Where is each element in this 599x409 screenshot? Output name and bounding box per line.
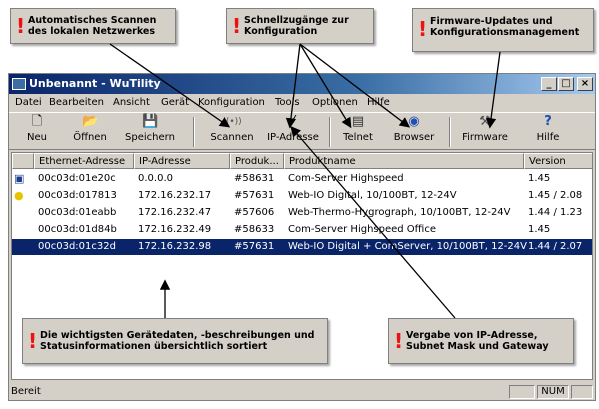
exclamation-icon: ! xyxy=(394,329,404,353)
cell-product-name: Com-Server Highspeed xyxy=(288,173,404,184)
cell-product-no: #57631 xyxy=(234,241,275,252)
exclamation-icon: ! xyxy=(28,329,38,353)
table-row[interactable]: ▣ 00c03d:01e20c 0.0.0.0 #58631 Com-Server Hi… xyxy=(12,171,592,187)
terminal-icon: ▤ xyxy=(351,114,365,129)
toolbar-help-button[interactable]: ? Hilfe xyxy=(525,115,571,149)
close-button[interactable]: × xyxy=(577,77,593,91)
exclamation-icon: ! xyxy=(232,14,242,38)
cell-product-no: #58631 xyxy=(234,173,275,184)
callout-device-data: ! Die wichtigsten Gerätedaten, -beschrei… xyxy=(22,318,328,364)
toolbar-separator xyxy=(329,117,331,147)
menu-konfiguration[interactable]: Konfiguration xyxy=(198,97,265,108)
status-pane-empty xyxy=(571,385,593,399)
menu-optionen[interactable]: Optionen xyxy=(312,97,358,108)
cell-product-no: #57606 xyxy=(234,207,275,218)
app-icon xyxy=(12,78,26,90)
status-bar: Bereit NUM xyxy=(9,383,595,400)
cell-ip: 172.16.232.47 xyxy=(138,207,212,218)
menu-geraet[interactable]: Gerät xyxy=(161,97,189,108)
scan-signal-icon: ((•)) xyxy=(222,117,242,127)
device-icon: ▣ xyxy=(14,172,25,185)
cell-version: 1.44 / 2.07 xyxy=(528,241,583,252)
lightbulb-icon: ● xyxy=(14,189,24,202)
column-header-version[interactable]: Version xyxy=(524,153,592,169)
toolbar-separator xyxy=(449,117,451,147)
toolbar-new-button[interactable]: 🗋 Neu xyxy=(17,115,57,149)
cell-ethernet: 00c03d:01d84b xyxy=(38,224,117,235)
cell-version: 1.45 / 2.08 xyxy=(528,190,583,201)
cell-ethernet: 00c03d:01eabb xyxy=(38,207,117,218)
menu-tools[interactable]: Tools xyxy=(275,97,300,108)
cell-ip: 0.0.0.0 xyxy=(138,173,173,184)
column-header-ip[interactable]: IP-Adresse xyxy=(134,153,230,169)
toolbar-scan-button[interactable]: ((•)) Scannen xyxy=(205,115,259,149)
menu-datei[interactable]: Datei xyxy=(15,97,42,108)
column-header-product-no[interactable]: Produk... xyxy=(230,153,284,169)
menu-bar: Datei Bearbeiten Ansicht Gerät Konfigura… xyxy=(9,95,595,112)
table-row[interactable]: 00c03d:01c32d 172.16.232.98 #57631 Web-IO D… xyxy=(12,239,592,255)
cell-ethernet: 00c03d:01c32d xyxy=(38,241,116,252)
toolbar-browser-button[interactable]: ◉ Browser xyxy=(389,115,439,149)
toolbar-open-button[interactable]: 📂 Öffnen xyxy=(65,115,115,149)
status-pane-empty xyxy=(509,385,535,399)
status-text: Bereit xyxy=(11,386,41,397)
wrench-icon: ⚒ xyxy=(479,114,491,129)
help-icon: ? xyxy=(544,114,552,129)
cell-ip: 172.16.232.49 xyxy=(138,224,212,235)
cell-version: 1.45 xyxy=(528,173,551,184)
save-disk-icon: 💾 xyxy=(142,114,159,129)
table-row[interactable]: ● 00c03d:017813 172.16.232.17 #57631 Web-IO … xyxy=(12,188,592,204)
cell-version: 1.44 / 1.23 xyxy=(528,207,583,218)
cell-version: 1.45 xyxy=(528,224,551,235)
callout-scan: ! Automatisches Scannen des lokalen Netz… xyxy=(10,8,176,44)
device-list-header: Ethernet-Adresse IP-Adresse Produk... Pr… xyxy=(12,153,592,169)
title-bar[interactable]: Unbenannt - WuTility _ □ × xyxy=(9,74,595,94)
cell-ip: 172.16.232.17 xyxy=(138,190,212,201)
cell-ip: 172.16.232.98 xyxy=(138,241,212,252)
callout-ip-assignment: ! Vergabe von IP-Adresse, Subnet Mask un… xyxy=(388,318,574,364)
toolbar-ip-address-button[interactable]: ⁄ IP-Adresse xyxy=(261,115,325,149)
minimize-button[interactable]: _ xyxy=(541,77,557,91)
cell-product-name: Web-Thermo-Hygrograph, 10/100BT, 12-24V xyxy=(288,207,511,218)
toolbar-separator xyxy=(193,117,195,147)
globe-icon: ◉ xyxy=(408,114,420,129)
cell-product-name: Web-IO Digital, 10/100BT, 12-24V xyxy=(288,190,457,201)
callout-shortcuts: ! Schnellzugänge zur Konfiguration xyxy=(226,8,374,44)
toolbar: 🗋 Neu 📂 Öffnen 💾 Speichern ((•)) Scannen… xyxy=(9,112,595,150)
magic-wand-icon: ⁄ xyxy=(291,114,295,129)
maximize-button[interactable]: □ xyxy=(558,77,574,91)
new-document-icon: 🗋 xyxy=(31,114,43,129)
exclamation-icon: ! xyxy=(16,14,26,38)
callout-firmware: ! Firmware-Updates und Konfigurationsman… xyxy=(412,8,594,52)
cell-product-name: Web-IO Digital + ComServer, 10/100BT, 12… xyxy=(288,241,527,252)
cell-ethernet: 00c03d:01e20c xyxy=(38,173,116,184)
menu-ansicht[interactable]: Ansicht xyxy=(113,97,150,108)
window-title: Unbenannt - WuTility xyxy=(29,77,161,90)
status-num-indicator: NUM xyxy=(537,385,569,399)
cell-product-no: #57631 xyxy=(234,190,275,201)
table-row[interactable]: 00c03d:01d84b 172.16.232.49 #58633 Com-Serv… xyxy=(12,222,592,238)
table-row[interactable]: 00c03d:01eabb 172.16.232.47 #57606 Web-Ther… xyxy=(12,205,592,221)
cell-ethernet: 00c03d:017813 xyxy=(38,190,117,201)
open-folder-icon: 📂 xyxy=(82,114,99,129)
cell-product-name: Com-Server Highspeed Office xyxy=(288,224,436,235)
menu-hilfe[interactable]: Hilfe xyxy=(367,97,390,108)
toolbar-firmware-button[interactable]: ⚒ Firmware xyxy=(457,115,513,149)
cell-product-no: #58633 xyxy=(234,224,275,235)
column-header-ethernet[interactable]: Ethernet-Adresse xyxy=(34,153,134,169)
toolbar-save-button[interactable]: 💾 Speichern xyxy=(121,115,179,149)
menu-bearbeiten[interactable]: Bearbeiten xyxy=(49,97,104,108)
toolbar-telnet-button[interactable]: ▤ Telnet xyxy=(335,115,381,149)
exclamation-icon: ! xyxy=(418,17,428,41)
column-header-product-name[interactable]: Produktname xyxy=(284,153,524,169)
column-header-icon[interactable] xyxy=(12,153,34,169)
